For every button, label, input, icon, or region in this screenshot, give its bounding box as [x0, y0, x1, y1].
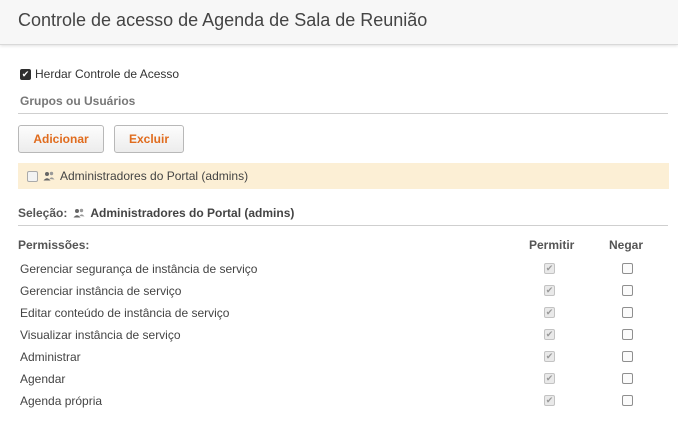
deny-checkbox[interactable] — [622, 329, 633, 340]
allow-checkbox: ✔ — [544, 329, 555, 340]
permission-row: Gerenciar instância de serviço ✔ — [20, 280, 670, 302]
selection-value: Administradores do Portal (admins) — [90, 206, 295, 220]
inherit-checkbox[interactable]: ✔ — [20, 68, 31, 80]
permission-row: Visualizar instância de serviço ✔ — [20, 324, 670, 346]
delete-button[interactable]: Excluir — [114, 125, 184, 153]
permission-row: Administrar ✔ — [20, 346, 670, 368]
permission-name: Agenda própria — [20, 394, 103, 408]
permission-row: Agenda própria ✔ — [20, 390, 670, 412]
allow-checkbox: ✔ — [544, 307, 555, 318]
deny-column-header: Negar — [609, 238, 644, 252]
deny-checkbox[interactable] — [622, 351, 633, 362]
title-bar: Controle de acesso de Agenda de Sala de … — [0, 0, 678, 45]
selection-row: Seleção: Administradores do Portal (admi… — [18, 206, 294, 220]
allow-checkbox: ✔ — [544, 395, 555, 406]
add-button[interactable]: Adicionar — [18, 125, 104, 153]
inherit-label: Herdar Controle de Acesso — [35, 67, 180, 81]
permission-row: Editar conteúdo de instância de serviço … — [20, 302, 670, 324]
permissions-header: Permissões: — [18, 238, 90, 252]
deny-checkbox[interactable] — [622, 307, 633, 318]
permission-name: Administrar — [20, 350, 81, 364]
group-list-item[interactable]: Administradores do Portal (admins) — [18, 163, 669, 189]
divider — [18, 113, 668, 114]
deny-checkbox[interactable] — [622, 285, 633, 296]
selection-label: Seleção: — [18, 206, 68, 220]
permission-name: Editar conteúdo de instância de serviço — [20, 306, 230, 320]
permission-row: Gerenciar segurança de instância de serv… — [20, 258, 670, 280]
deny-checkbox[interactable] — [622, 373, 633, 384]
permission-row: Agendar ✔ — [20, 368, 670, 390]
permission-name: Gerenciar segurança de instância de serv… — [20, 262, 258, 276]
allow-checkbox: ✔ — [544, 285, 555, 296]
users-icon — [43, 171, 55, 181]
access-control-panel: ✔ Herdar Controle de Acesso Grupos ou Us… — [0, 45, 678, 421]
page-title: Controle de acesso de Agenda de Sala de … — [18, 10, 428, 30]
allow-checkbox: ✔ — [544, 263, 555, 274]
deny-checkbox[interactable] — [622, 395, 633, 406]
groups-section-label: Grupos ou Usuários — [20, 94, 136, 108]
permission-name: Visualizar instância de serviço — [20, 328, 181, 342]
permission-name: Gerenciar instância de serviço — [20, 284, 182, 298]
deny-checkbox[interactable] — [622, 263, 633, 274]
allow-checkbox: ✔ — [544, 351, 555, 362]
inherit-access-control[interactable]: ✔ Herdar Controle de Acesso — [20, 66, 179, 82]
permission-name: Agendar — [20, 372, 66, 386]
users-icon — [73, 208, 85, 218]
group-checkbox[interactable] — [27, 170, 38, 182]
allow-checkbox: ✔ — [544, 373, 555, 384]
allow-column-header: Permitir — [529, 238, 575, 252]
group-name: Administradores do Portal (admins) — [60, 169, 249, 183]
divider — [18, 225, 668, 226]
